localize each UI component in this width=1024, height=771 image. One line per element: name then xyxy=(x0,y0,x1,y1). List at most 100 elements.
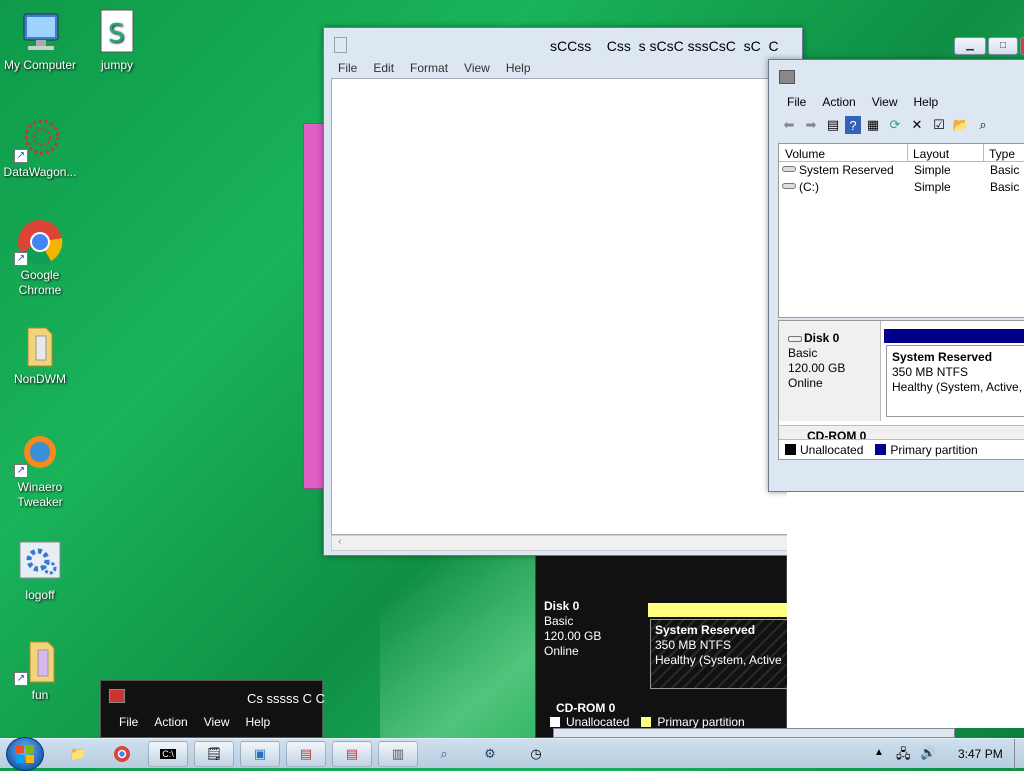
nondwm-desktop-icon[interactable]: NonDWM xyxy=(0,322,80,387)
mmc-taskbar-button[interactable]: ▤ xyxy=(286,741,326,767)
legend: Unallocated Primary partition xyxy=(779,439,1024,459)
text-editor-area[interactable] xyxy=(331,78,801,535)
refresh-icon[interactable]: ⟳ xyxy=(885,116,905,134)
title-bar[interactable]: sCCss Css s sCsC sssCsC sC C xyxy=(324,28,802,56)
legend-label: Unallocated xyxy=(566,715,630,729)
scroll-left-icon[interactable]: ‹ xyxy=(338,536,342,548)
network-icon[interactable]: 🖧 xyxy=(896,745,911,767)
menu-view[interactable]: View xyxy=(196,713,238,731)
column-header-layout[interactable]: Layout xyxy=(913,147,949,161)
menu-format[interactable]: Format xyxy=(402,59,456,77)
menu-view[interactable]: View xyxy=(456,59,498,77)
partition-name: System Reserved xyxy=(892,350,993,364)
legend-label: Unallocated xyxy=(800,442,864,457)
notepad-window[interactable]: sCCss Css s sCsC sssCsC sC C File Edit F… xyxy=(323,27,803,556)
volume-list[interactable]: Volume Layout Type System Reserved Simpl… xyxy=(778,143,1024,318)
folder-icon: 📁 xyxy=(69,746,87,761)
minimize-button[interactable]: ▁ xyxy=(954,37,986,55)
dark-mmc-window[interactable]: Cs sssss C C File Action View Help xyxy=(100,680,325,738)
tool-icon: ⚙ xyxy=(484,746,496,761)
disk-management-taskbar-button[interactable]: ▥ xyxy=(378,741,418,767)
tool-taskbar-button[interactable]: ⚙ xyxy=(470,741,510,767)
disk-icon: ▥ xyxy=(391,746,405,761)
menu-bar: File Action View Help xyxy=(779,93,946,111)
partition-bar xyxy=(648,603,788,617)
menu-file[interactable]: File xyxy=(779,93,814,111)
back-icon[interactable]: ⬅ xyxy=(779,116,799,134)
partition-box[interactable]: System Reserved 350 MB NTFS Healthy (Sys… xyxy=(886,345,1024,417)
mmc-taskbar-button-2[interactable]: ▤ xyxy=(332,741,372,767)
column-header-type[interactable]: Type xyxy=(989,147,1015,161)
help-icon[interactable]: ? xyxy=(845,116,861,134)
disk-type: Basic xyxy=(788,346,818,360)
notepad-taskbar-button[interactable]: 🗒 xyxy=(194,741,234,767)
maximize-button[interactable]: □ xyxy=(988,37,1018,55)
console-icon[interactable]: ▤ xyxy=(823,116,843,134)
disk-name-text: Disk 0 xyxy=(804,331,840,345)
open-folder-icon[interactable]: 📂 xyxy=(951,116,971,134)
properties-icon[interactable]: ▦ xyxy=(863,116,883,134)
primary-swatch xyxy=(641,717,652,727)
delete-icon[interactable]: ✕ xyxy=(907,116,927,134)
menu-view[interactable]: View xyxy=(864,93,906,111)
menu-file[interactable]: File xyxy=(330,59,365,77)
my-computer-desktop-icon[interactable]: My Computer xyxy=(0,8,80,73)
clock-app-taskbar-button[interactable]: ◷ xyxy=(516,741,556,767)
show-desktop-button[interactable] xyxy=(1014,739,1024,769)
volume-layout: Simple xyxy=(914,180,951,194)
winaero-tweaker-desktop-icon[interactable]: ↗ Winaero Tweaker xyxy=(0,430,80,510)
fun-desktop-icon[interactable]: ↗ fun xyxy=(0,638,80,703)
menu-help[interactable]: Help xyxy=(906,93,947,111)
window-title: sCCss Css s sCsC sssCsC sC C xyxy=(550,38,779,54)
folder-icon: ↗ xyxy=(14,638,64,686)
volume-name: (C:) xyxy=(799,180,819,194)
explorer-taskbar-button[interactable]: 📁 xyxy=(58,741,98,767)
cmd-taskbar-button[interactable]: C:\ xyxy=(148,741,188,767)
jumpy-desktop-icon[interactable]: S jumpy xyxy=(77,8,157,73)
volume-name: System Reserved xyxy=(799,163,894,177)
disk-size: 120.00 GB xyxy=(788,361,846,375)
dark-disk-window[interactable]: Disk 0 Basic 120.00 GB Online System Res… xyxy=(535,550,788,738)
disk-status: Online xyxy=(788,376,823,390)
partition-box[interactable]: System Reserved 350 MB NTFS Healthy (Sys… xyxy=(650,619,788,689)
mmc-icon xyxy=(109,689,125,703)
disk-management-window[interactable]: File Action View Help ⬅ ➡ ▤ ? ▦ ⟳ ✕ ☑ 📂 … xyxy=(768,59,1024,492)
background-window-area[interactable] xyxy=(787,492,1024,728)
primary-swatch xyxy=(875,444,887,455)
menu-file[interactable]: File xyxy=(111,713,146,731)
menu-edit[interactable]: Edit xyxy=(365,59,402,77)
logoff-desktop-icon[interactable]: logoff xyxy=(0,538,80,603)
disk-info[interactable]: Disk 0 Basic 120.00 GB Online xyxy=(779,321,881,421)
menu-action[interactable]: Action xyxy=(814,93,863,111)
app-taskbar-button[interactable]: ▣ xyxy=(240,741,280,767)
drive-icon xyxy=(782,166,796,172)
cdrom-row[interactable]: CD-ROM 0 xyxy=(779,425,1024,439)
menu-help[interactable]: Help xyxy=(498,59,539,77)
menu-action[interactable]: Action xyxy=(146,713,195,731)
datawagon-desktop-icon[interactable]: ↗ DataWagon... xyxy=(0,115,80,180)
search-icon[interactable]: ⌕ xyxy=(973,116,993,134)
notepad-icon xyxy=(334,37,347,53)
desktop-icon-label: fun xyxy=(31,688,49,702)
search-taskbar-button[interactable]: ⌕ xyxy=(424,741,464,767)
menu-help[interactable]: Help xyxy=(238,713,279,731)
table-row[interactable]: System Reserved Simple Basic xyxy=(779,162,1024,179)
volume-icon[interactable]: 🔊 xyxy=(920,745,936,761)
column-header-volume[interactable]: Volume xyxy=(785,147,825,161)
shortcut-arrow-icon: ↗ xyxy=(14,464,28,478)
column-divider xyxy=(907,144,908,162)
drive-icon xyxy=(782,183,796,189)
check-icon[interactable]: ☑ xyxy=(929,116,949,134)
shortcut-arrow-icon: ↗ xyxy=(14,672,28,686)
show-hidden-icons-icon[interactable]: ▲ xyxy=(874,747,884,758)
table-row[interactable]: (C:) Simple Basic xyxy=(779,179,1024,196)
start-button[interactable] xyxy=(6,737,44,771)
clock[interactable]: 3:47 PM xyxy=(958,747,1003,761)
close-button[interactable] xyxy=(1020,37,1024,55)
forward-icon[interactable]: ➡ xyxy=(801,116,821,134)
chrome-taskbar-button[interactable] xyxy=(102,741,142,767)
google-chrome-desktop-icon[interactable]: ↗ Google Chrome xyxy=(0,218,80,298)
windows-logo-icon xyxy=(16,745,34,763)
disk-size: 120.00 GB xyxy=(544,629,602,643)
horizontal-scrollbar[interactable]: ‹ xyxy=(331,535,801,551)
